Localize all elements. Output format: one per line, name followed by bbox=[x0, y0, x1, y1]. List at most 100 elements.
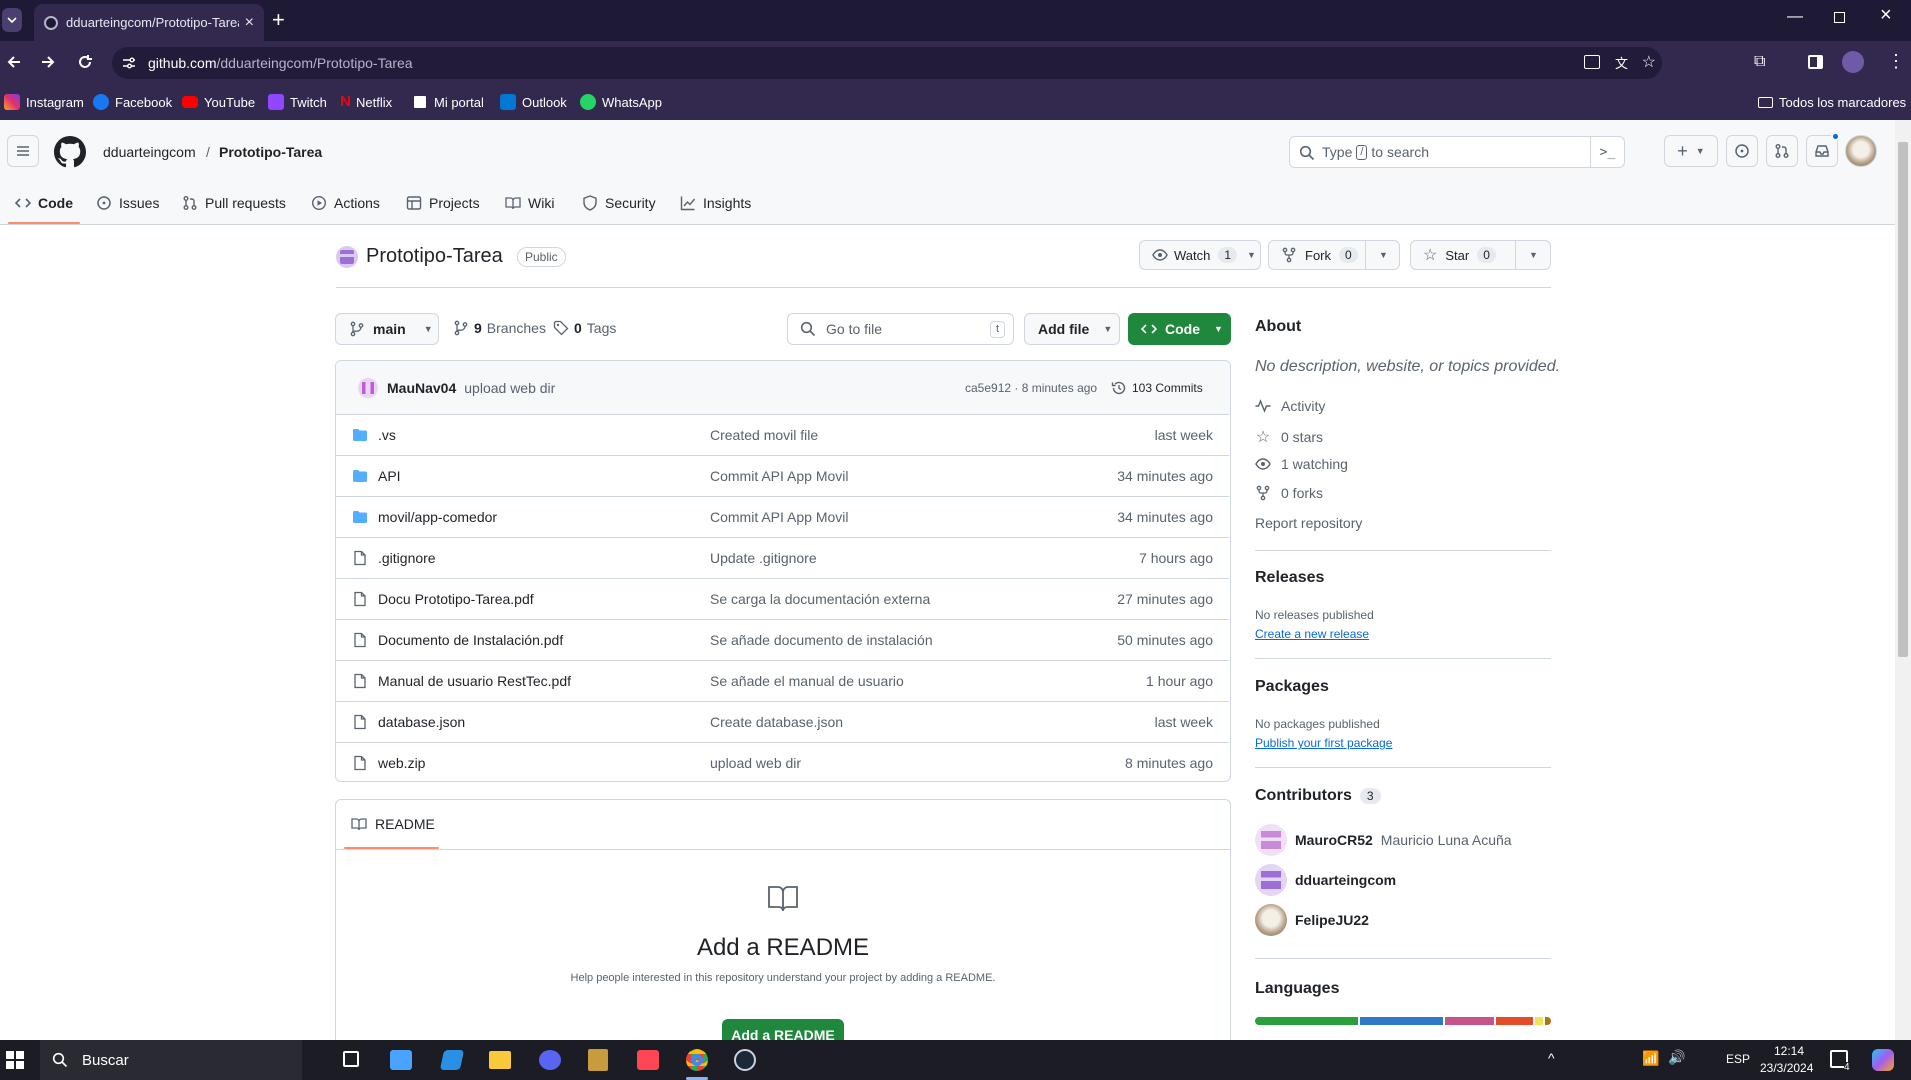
file-name[interactable]: .gitignore bbox=[378, 550, 436, 566]
clock-date[interactable]: 23/3/2024 bbox=[1760, 1061, 1813, 1075]
vscode-app-icon[interactable] bbox=[439, 1050, 465, 1070]
bookmark-twitch[interactable]: Twitch bbox=[268, 92, 327, 112]
inbox-button[interactable] bbox=[1806, 132, 1840, 167]
file-row[interactable]: Docu Prototipo-Tarea.pdf Se carga la docu… bbox=[336, 578, 1229, 619]
github-logo-icon[interactable] bbox=[54, 136, 86, 168]
file-commit-message[interactable]: Se añade el manual de usuario bbox=[710, 673, 904, 689]
store-app-icon[interactable] bbox=[390, 1050, 412, 1070]
file-name[interactable]: web.zip bbox=[378, 755, 425, 771]
close-tab-icon[interactable]: × bbox=[245, 14, 254, 32]
minimize-button[interactable]: — bbox=[1787, 8, 1803, 26]
releases-title[interactable]: Releases bbox=[1255, 569, 1324, 587]
caret-down-icon[interactable]: ▼ bbox=[1379, 250, 1388, 260]
tab-actions[interactable]: Actions bbox=[311, 182, 380, 224]
file-name[interactable]: database.json bbox=[378, 714, 465, 730]
chrome-app-icon[interactable] bbox=[686, 1049, 708, 1071]
contributor-item[interactable]: dduarteingcom bbox=[1255, 864, 1396, 896]
file-row[interactable]: .gitignore Update .gitignore 7 hours ago bbox=[336, 537, 1229, 578]
publish-package-link[interactable]: Publish your first package bbox=[1255, 736, 1392, 750]
add-file-button[interactable]: Add file ▼ bbox=[1024, 313, 1120, 345]
task-view-icon[interactable] bbox=[343, 1051, 359, 1067]
file-commit-message[interactable]: Se carga la documentación externa bbox=[710, 591, 930, 607]
system-tray-chevron-icon[interactable]: ^ bbox=[1548, 1050, 1555, 1066]
steam-app-icon[interactable] bbox=[734, 1049, 756, 1071]
file-name[interactable]: .vs bbox=[378, 427, 396, 443]
create-new-button[interactable]: + ▼ bbox=[1664, 135, 1718, 167]
bookmark-instagram[interactable]: Instagram bbox=[4, 92, 84, 112]
commit-message[interactable]: upload web dir bbox=[464, 380, 555, 396]
hamburger-menu-button[interactable] bbox=[7, 135, 39, 167]
tags-link[interactable]: 0 Tags bbox=[553, 320, 616, 336]
contributor-item[interactable]: FelipeJU22 bbox=[1255, 904, 1369, 936]
tab-issues[interactable]: Issues bbox=[96, 182, 159, 224]
taskbar-search[interactable]: Buscar bbox=[40, 1040, 302, 1080]
browser-tab-active[interactable]: dduarteingcom/Prototipo-Tarea × bbox=[34, 4, 264, 41]
tab-insights[interactable]: Insights bbox=[680, 182, 751, 224]
file-commit-message[interactable]: Commit API App Movil bbox=[710, 509, 849, 525]
stars-link[interactable]: ☆ 0 stars bbox=[1255, 427, 1323, 447]
file-commit-message[interactable]: Created movil file bbox=[710, 427, 818, 443]
file-commit-message[interactable]: Commit API App Movil bbox=[710, 468, 849, 484]
tab-security[interactable]: Security bbox=[582, 182, 656, 224]
all-bookmarks[interactable]: Todos los marcadores bbox=[1758, 92, 1906, 112]
commit-meta[interactable]: ca5e912 · 8 minutes ago bbox=[965, 381, 1097, 395]
bookmark-outlook[interactable]: Outlook bbox=[500, 92, 567, 112]
discord-app-icon[interactable] bbox=[539, 1050, 561, 1070]
clock-time[interactable]: 12:14 bbox=[1774, 1044, 1804, 1058]
issues-button[interactable] bbox=[1726, 135, 1758, 167]
forward-icon[interactable] bbox=[40, 54, 56, 70]
breadcrumb-owner[interactable]: dduarteingcom bbox=[103, 144, 196, 160]
watching-link[interactable]: 1 watching bbox=[1255, 456, 1348, 472]
extensions-icon[interactable]: ⧉ bbox=[1754, 53, 1765, 71]
commit-author[interactable]: MauNav04 bbox=[387, 380, 456, 396]
star-button[interactable]: ☆ Star 0 ▼ bbox=[1410, 240, 1551, 270]
file-row[interactable]: database.json Create database.json last we… bbox=[336, 701, 1229, 742]
file-row[interactable]: movil/app-comedor Commit API App Movil 34 … bbox=[336, 496, 1229, 537]
file-name[interactable]: Docu Prototipo-Tarea.pdf bbox=[378, 591, 534, 607]
branch-select[interactable]: main ▼ bbox=[335, 313, 439, 345]
caret-down-icon[interactable]: ▼ bbox=[1247, 250, 1256, 260]
bookmark-facebook[interactable]: Facebook bbox=[93, 92, 172, 112]
bookmark-youtube[interactable]: YouTube bbox=[182, 92, 255, 112]
start-button[interactable] bbox=[6, 1051, 24, 1069]
tab-list-button[interactable] bbox=[2, 8, 22, 32]
bookmark-mi-portal[interactable]: Mi portal bbox=[412, 92, 484, 112]
scrollbar-thumb[interactable] bbox=[1898, 142, 1908, 657]
file-row[interactable]: .vs Created movil file last week bbox=[336, 414, 1229, 455]
caret-down-icon[interactable]: ▼ bbox=[1529, 250, 1538, 260]
file-commit-message[interactable]: Update .gitignore bbox=[710, 550, 817, 566]
file-commit-message[interactable]: Create database.json bbox=[710, 714, 843, 730]
contributors-heading[interactable]: Contributors 3 bbox=[1255, 787, 1381, 805]
tab-code[interactable]: Code bbox=[8, 182, 80, 224]
watch-button[interactable]: Watch 1 ▼ bbox=[1139, 240, 1261, 270]
tab-projects[interactable]: Projects bbox=[406, 182, 480, 224]
file-name[interactable]: movil/app-comedor bbox=[378, 509, 497, 525]
bookmark-netflix[interactable]: N Netflix bbox=[340, 92, 392, 112]
bookmark-whatsapp[interactable]: WhatsApp bbox=[580, 92, 662, 112]
back-icon[interactable] bbox=[6, 54, 22, 70]
league-app-icon[interactable] bbox=[588, 1049, 608, 1071]
copilot-icon[interactable] bbox=[1872, 1049, 1894, 1071]
bookmark-star-icon[interactable]: ☆ bbox=[1642, 52, 1656, 72]
profile-avatar[interactable] bbox=[1842, 51, 1864, 73]
command-palette-icon[interactable]: >_ bbox=[1590, 137, 1624, 167]
user-avatar[interactable] bbox=[1845, 135, 1877, 167]
url-bar[interactable]: github.com/dduarteingcom/Prototipo-Tarea… bbox=[112, 47, 1662, 79]
code-button[interactable]: Code ▼ bbox=[1128, 313, 1231, 345]
explorer-app-icon[interactable] bbox=[489, 1051, 511, 1069]
readme-tab[interactable]: README bbox=[351, 816, 435, 832]
restore-button[interactable] bbox=[1834, 12, 1845, 23]
repo-name[interactable]: Prototipo-Tarea bbox=[366, 245, 503, 268]
tab-pull-requests[interactable]: Pull requests bbox=[182, 182, 286, 224]
branches-link[interactable]: 9 Branches bbox=[453, 320, 546, 336]
page-scrollbar[interactable] bbox=[1895, 120, 1911, 1040]
translate-icon[interactable]: 文 bbox=[1615, 53, 1628, 72]
file-commit-message[interactable]: Se añade documento de instalación bbox=[710, 632, 933, 648]
valorant-app-icon[interactable] bbox=[637, 1050, 659, 1070]
packages-title[interactable]: Packages bbox=[1255, 678, 1329, 696]
side-panel-icon[interactable] bbox=[1808, 55, 1823, 69]
file-row[interactable]: Documento de Instalación.pdf Se añade doc… bbox=[336, 619, 1229, 660]
activity-link[interactable]: Activity bbox=[1255, 398, 1325, 414]
go-to-file-input[interactable]: Go to file t bbox=[787, 313, 1014, 345]
forks-link[interactable]: 0 forks bbox=[1255, 485, 1323, 501]
